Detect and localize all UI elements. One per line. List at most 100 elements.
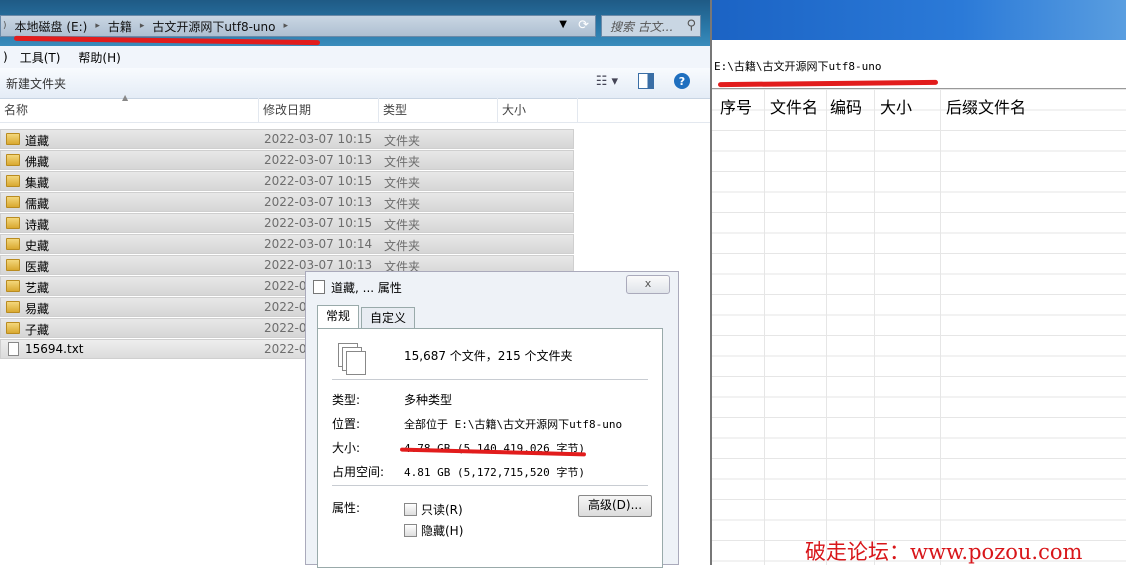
grid-col-line xyxy=(940,89,941,565)
attributes-label: 属性: xyxy=(332,501,361,515)
tab-custom[interactable]: 自定义 xyxy=(361,307,416,328)
tab-general[interactable]: 常规 xyxy=(317,305,360,329)
row-date: 2022-03-07 10:15 xyxy=(264,216,373,230)
row-name: 子藏 xyxy=(25,323,50,337)
grid-col-line xyxy=(764,89,765,565)
row-date: 2022-03-07 10:13 xyxy=(264,153,373,167)
column-name[interactable]: 名称 xyxy=(0,98,259,122)
file-list-row[interactable]: 道藏 2022-03-07 10:15 文件夹 xyxy=(0,129,574,149)
file-list-row[interactable]: 儒藏 2022-03-07 10:13 文件夹 xyxy=(0,192,574,212)
menu-item-partial[interactable]: ) xyxy=(0,50,11,64)
properties-dialog: 道藏, ... 属性 x 常规 自定义 15,687 个文件，215 个文件夹 … xyxy=(305,271,679,568)
help-icon[interactable]: ? xyxy=(674,73,690,89)
new-folder-button[interactable]: 新建文件夹 xyxy=(0,75,66,92)
location-value: 全部位于 E:\古籍\古文开源网下utf8-uno xyxy=(404,418,623,431)
column-header: ▲ 名称 修改日期 类型 大小 xyxy=(0,93,710,123)
row-date: 2022-03-07 10:15 xyxy=(264,132,373,146)
file-list-row[interactable]: 集藏 2022-03-07 10:15 文件夹 xyxy=(0,171,574,191)
path-label: E:\古籍\古文开源网下utf8-uno xyxy=(714,60,882,73)
row-name: 儒藏 xyxy=(25,197,50,211)
type-label: 类型: xyxy=(332,393,361,407)
watermark: 破走论坛：www.pozou.com xyxy=(805,540,1083,564)
menu-item-help[interactable]: 帮助(H) xyxy=(69,49,129,66)
row-name: 艺藏 xyxy=(25,281,50,295)
row-name: 易藏 xyxy=(25,302,50,316)
hidden-label: 隐藏(H) xyxy=(421,524,464,538)
folder-icon xyxy=(6,301,20,313)
grid-header-encoding[interactable]: 编码 xyxy=(830,94,862,118)
summary-text: 15,687 个文件，215 个文件夹 xyxy=(404,349,573,363)
result-grid[interactable] xyxy=(712,89,1126,565)
address-bar[interactable]: ) 本地磁盘 (E:) ▸ 古籍 ▸ 古文开源网下utf8-uno ▸ ▼ ⟳ xyxy=(0,15,596,37)
row-type: 文件夹 xyxy=(384,155,421,169)
preview-pane-icon[interactable] xyxy=(638,73,654,89)
grid-col-line xyxy=(826,89,827,565)
file-list-row[interactable]: 诗藏 2022-03-07 10:15 文件夹 xyxy=(0,213,574,233)
folder-icon xyxy=(6,154,20,166)
column-type[interactable]: 类型 xyxy=(379,98,498,122)
grid-header-size[interactable]: 大小 xyxy=(880,94,912,118)
row-type: 文件夹 xyxy=(384,176,421,190)
readonly-checkbox[interactable]: 只读(R) xyxy=(404,501,463,518)
general-panel: 15,687 个文件，215 个文件夹 类型: 多种类型 位置: 全部位于 E:… xyxy=(317,328,663,568)
view-options-icon[interactable]: ☷ ▾ xyxy=(596,74,618,89)
breadcrumb-leading: ) xyxy=(3,21,7,31)
checkbox-box[interactable] xyxy=(404,524,417,537)
row-date: 2022-03-07 10:13 xyxy=(264,258,373,272)
refresh-icon[interactable]: ⟳ xyxy=(578,18,589,33)
file-list-row[interactable]: 佛藏 2022-03-07 10:13 文件夹 xyxy=(0,150,574,170)
row-date: 2022-03-07 10:13 xyxy=(264,195,373,209)
file-list-row[interactable]: 史藏 2022-03-07 10:14 文件夹 xyxy=(0,234,574,254)
hidden-checkbox[interactable]: 隐藏(H) xyxy=(404,522,463,539)
menu-bar: ) 工具(T) 帮助(H) xyxy=(0,46,710,69)
grid-header-filename[interactable]: 文件名 xyxy=(770,94,818,118)
row-type: 文件夹 xyxy=(384,197,421,211)
folder-icon xyxy=(6,175,20,187)
row-date: 2022-03-07 10:14 xyxy=(264,237,373,251)
location-label: 位置: xyxy=(332,417,361,431)
breadcrumb-guji[interactable]: 古籍 xyxy=(102,18,138,35)
column-size[interactable]: 大小 xyxy=(498,98,578,122)
divider xyxy=(332,379,648,380)
type-value: 多种类型 xyxy=(404,393,453,407)
command-toolbar: 新建文件夹 ☷ ▾ ? xyxy=(0,68,710,99)
search-icon[interactable]: ⚲ xyxy=(686,18,696,33)
folder-icon xyxy=(6,280,20,292)
row-name: 道藏 xyxy=(25,134,50,148)
row-date: 2022-03-07 10:15 xyxy=(264,174,373,188)
dialog-title: 道藏, ... 属性 xyxy=(331,281,402,295)
folder-icon xyxy=(6,217,20,229)
close-button[interactable]: x xyxy=(626,275,670,294)
row-name: 15694.txt xyxy=(25,342,84,356)
files-icon xyxy=(313,280,325,294)
row-name: 诗藏 xyxy=(25,218,50,232)
search-input[interactable]: 搜索 古文... ⚲ xyxy=(601,15,701,37)
size-label: 大小: xyxy=(332,441,361,455)
dialog-titlebar: 道藏, ... 属性 x xyxy=(306,272,678,298)
chevron-right-icon[interactable]: ▸ xyxy=(138,21,147,31)
grid-header-suffix[interactable]: 后缀文件名 xyxy=(946,94,1026,118)
disk-size-label: 占用空间: xyxy=(332,465,385,479)
row-type: 文件夹 xyxy=(384,134,421,148)
chevron-right-icon[interactable]: ▸ xyxy=(93,21,102,31)
advanced-button[interactable]: 高级(D)... xyxy=(578,495,652,517)
folder-icon xyxy=(6,259,20,271)
grid-header-index[interactable]: 序号 xyxy=(720,94,752,118)
folder-icon xyxy=(6,322,20,334)
breadcrumb-drive[interactable]: 本地磁盘 (E:) xyxy=(9,18,94,35)
dialog-tabs: 常规 自定义 xyxy=(317,305,417,329)
grid-col-line xyxy=(874,89,875,565)
chevron-down-icon[interactable]: ▼ xyxy=(559,19,567,30)
tool-window-titlebar xyxy=(712,0,1126,40)
readonly-label: 只读(R) xyxy=(421,503,463,517)
row-type: 文件夹 xyxy=(384,239,421,253)
breadcrumb-folder[interactable]: 古文开源网下utf8-uno xyxy=(146,18,281,35)
folder-icon xyxy=(6,196,20,208)
chevron-right-icon[interactable]: ▸ xyxy=(281,21,290,31)
text-file-icon xyxy=(8,342,19,356)
menu-item-tools[interactable]: 工具(T) xyxy=(11,49,70,66)
column-date[interactable]: 修改日期 xyxy=(259,98,379,122)
multiple-files-icon xyxy=(338,343,366,375)
search-placeholder: 搜索 古文... xyxy=(610,19,674,34)
checkbox-box[interactable] xyxy=(404,503,417,516)
